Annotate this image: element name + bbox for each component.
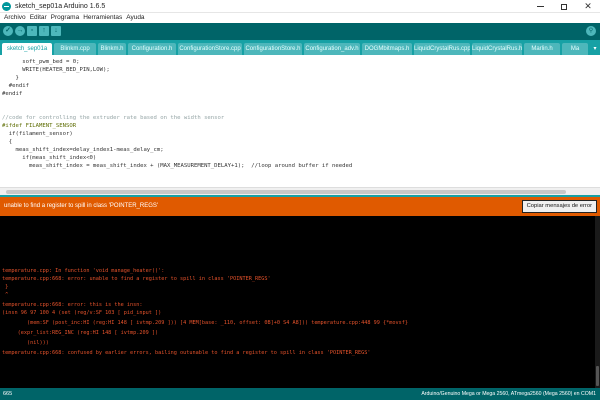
toolbar: ✓ → ▫ ↑ ↓ ⚲ (0, 23, 600, 40)
copy-error-messages-button[interactable]: Copiar mensajes de error (521, 200, 597, 213)
console-line: (expr_list:REG_INC (reg:HI 148 [ ivtmp.2… (2, 330, 159, 336)
console-line: (mem:SF (post_inc:HI (reg:HI 148 [ ivtmp… (2, 320, 409, 326)
tab-liquidcrystalrus-h[interactable]: LiquidCrystalRus.h (472, 43, 522, 55)
tab-configurationstore-cpp[interactable]: ConfigurationStore.cpp (178, 43, 242, 55)
tab-sketch[interactable]: sketch_sep01a (2, 43, 52, 55)
close-button[interactable]: ✕ (576, 0, 600, 13)
console-line: ^ (2, 292, 9, 298)
code-line: if(meas_shift_index<0) (2, 155, 97, 161)
code-line: } (2, 75, 19, 81)
tab-configuration-h[interactable]: Configuration.h (128, 43, 176, 55)
minimize-icon (536, 6, 544, 8)
maximize-icon (561, 3, 567, 10)
console-line: temperature.cpp: In function 'void manag… (2, 268, 165, 274)
menu-editar[interactable]: Editar (28, 13, 49, 23)
window-title: sketch_sep01a Arduino 1.6.5 (15, 3, 106, 10)
menu-archivo[interactable]: Archivo (2, 13, 28, 23)
tab-dogmbitmaps-h[interactable]: DOGMbitmaps.h (362, 43, 412, 55)
title-bar: sketch_sep01a Arduino 1.6.5 ✕ (0, 0, 600, 13)
new-sketch-button[interactable]: ▫ (27, 26, 37, 36)
code-line: #endif (2, 91, 23, 97)
save-button[interactable]: ↓ (51, 26, 61, 36)
close-icon: ✕ (584, 1, 592, 11)
tab-blinkm-h[interactable]: Blinkm.h (98, 43, 126, 55)
error-notification-bar: unable to find a register to spill in cl… (0, 197, 600, 216)
code-line: #ifdef FILAMENT_SENSOR (2, 123, 77, 129)
upload-button[interactable]: → (15, 26, 25, 36)
code-line: meas_shift_index = meas_shift_index + (M… (2, 163, 353, 169)
tab-marlin-h[interactable]: Marlin.h (524, 43, 560, 55)
board-port-info: Arduino/Genuino Mega or Mega 2560, ATmeg… (421, 391, 596, 397)
maximize-button[interactable] (552, 0, 576, 13)
code-line: if(filament_sensor) (2, 131, 73, 137)
status-bar: 665 Arduino/Genuino Mega or Mega 2560, A… (0, 388, 600, 400)
code-editor[interactable]: soft_pwm_bed = 0; WRITE(HEATER_BED_PIN,L… (0, 55, 600, 195)
menu-bar: Archivo Editar Programa Herramientas Ayu… (0, 13, 600, 23)
menu-programa[interactable]: Programa (49, 13, 82, 23)
code-line: #endif (2, 83, 29, 89)
code-line: soft_pwm_bed = 0; (2, 59, 80, 65)
code-line: WRITE(HEATER_BED_PIN,LOW); (2, 67, 110, 73)
console-line: temperature.cpp:668: error: this is the … (2, 302, 143, 308)
open-button[interactable]: ↑ (39, 26, 49, 36)
tab-blinkm-cpp[interactable]: Blinkm.cpp (54, 43, 96, 55)
line-number: 665 (3, 391, 13, 397)
console-line: (insn 96 97 100 4 (set (reg/v:SF 103 [ p… (2, 310, 162, 316)
tab-liquidcrystalrus-cpp[interactable]: LiquidCrystalRus.cpp (414, 43, 470, 55)
tab-configuration-adv-h[interactable]: Configuration_adv.h (304, 43, 360, 55)
console-line: temperature.cpp:668: confused by earlier… (2, 350, 371, 356)
code-line: meas_shift_index=delay_index1-meas_delay… (2, 147, 164, 153)
serial-monitor-button[interactable]: ⚲ (586, 26, 596, 36)
minimize-button[interactable] (528, 0, 552, 13)
code-line: //code for controlling the extruder rate… (2, 115, 225, 121)
scroll-thumb[interactable] (6, 190, 566, 194)
tab-ma-overflow[interactable]: Ma (562, 43, 588, 55)
verify-button[interactable]: ✓ (3, 26, 13, 36)
tab-menu-icon[interactable]: ▾ (591, 43, 599, 55)
editor-horizontal-scrollbar[interactable] (0, 187, 600, 195)
error-message: unable to find a register to spill in cl… (4, 203, 159, 209)
console-line: temperature.cpp:668: error: unable to fi… (2, 276, 271, 282)
menu-ayuda[interactable]: Ayuda (124, 13, 146, 23)
code-line: { (2, 139, 13, 145)
tab-configurationstore-h[interactable]: ConfigurationStore.h (244, 43, 302, 55)
console-line: (nil))) (2, 340, 49, 346)
console-line: } (2, 284, 9, 290)
console-output[interactable]: temperature.cpp: In function 'void manag… (0, 216, 600, 388)
scroll-thumb[interactable] (596, 366, 599, 386)
menu-herramientas[interactable]: Herramientas (81, 13, 124, 23)
tab-bar: sketch_sep01a Blinkm.cpp Blinkm.h Config… (0, 40, 600, 55)
arduino-logo-icon (2, 2, 11, 11)
console-vertical-scrollbar[interactable] (595, 216, 600, 388)
